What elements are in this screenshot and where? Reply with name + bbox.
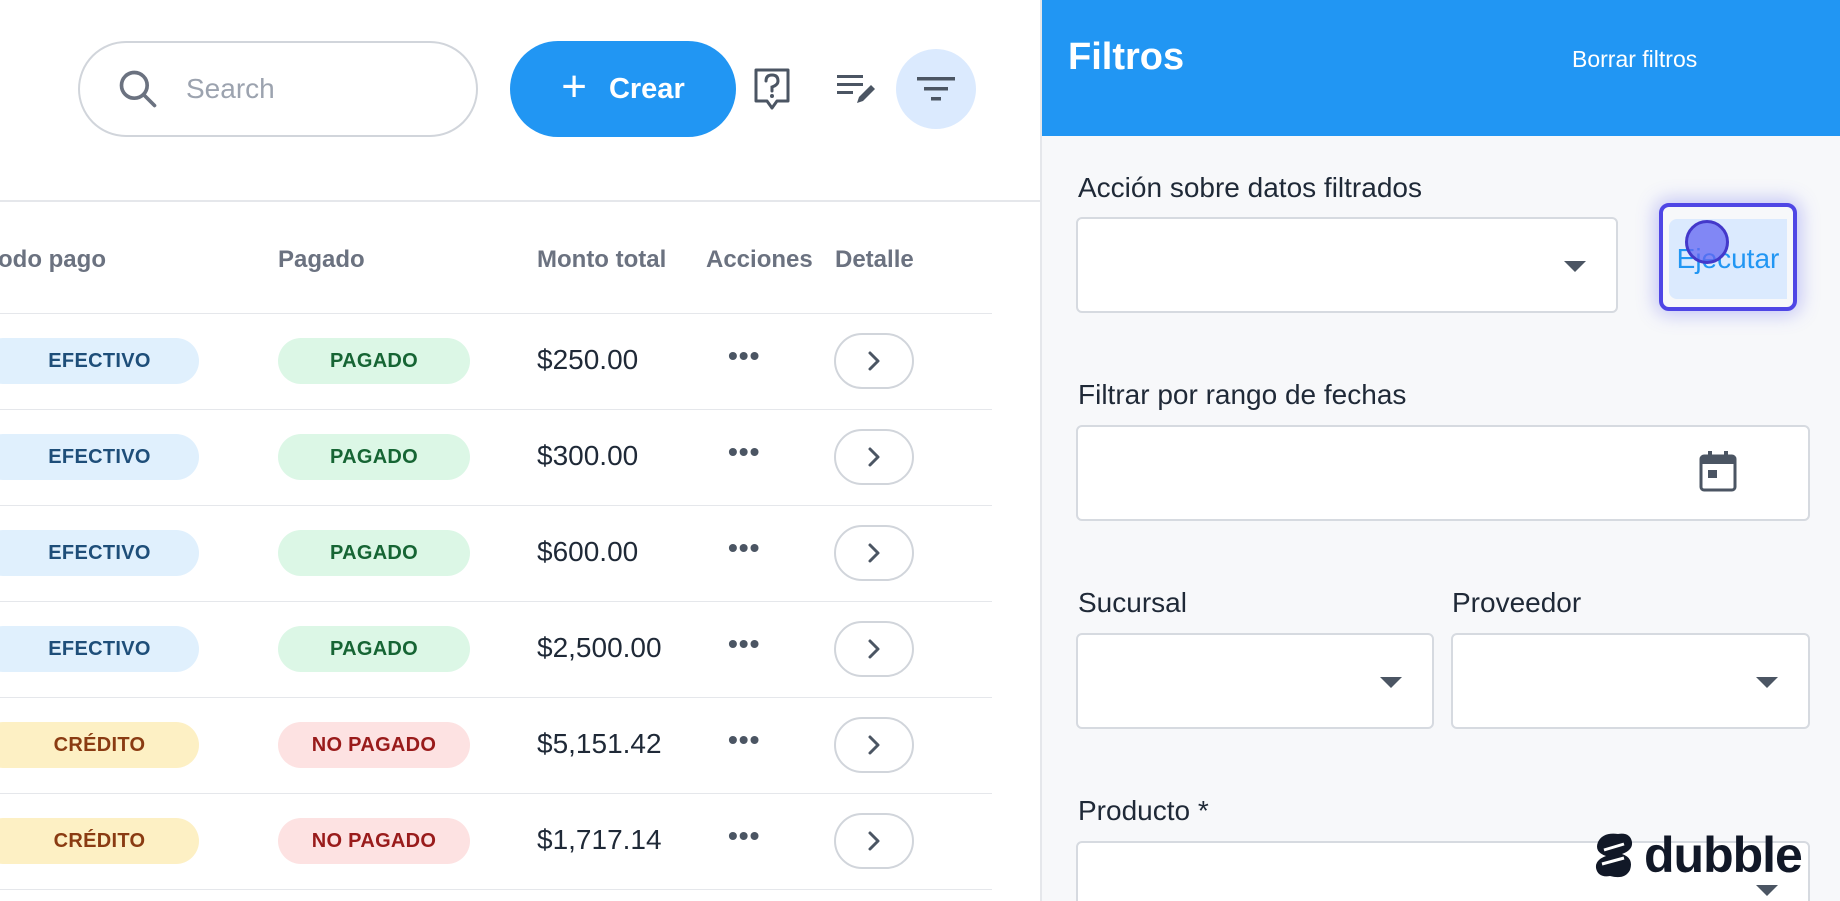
- more-actions-icon[interactable]: •••: [728, 340, 760, 372]
- clear-filters-button[interactable]: Borrar filtros: [1572, 46, 1697, 73]
- table-row: EFECTIVO PAGADO $600.00 •••: [0, 506, 992, 602]
- table-header: odo pago Pagado Monto total Acciones Det…: [0, 204, 992, 314]
- date-range-label: Filtrar por rango de fechas: [1078, 379, 1407, 410]
- edit-list-icon: [837, 75, 875, 103]
- create-button[interactable]: + Crear: [510, 41, 736, 137]
- paid-status-badge: PAGADO: [278, 626, 470, 672]
- more-actions-icon[interactable]: •••: [728, 532, 760, 564]
- brand-name: dubble: [1644, 827, 1803, 883]
- chevron-down-icon: [1756, 677, 1778, 688]
- main-content: Search + Crear odo pago Pagado Monto tot…: [0, 0, 1040, 901]
- dubble-watermark: dubble: [1592, 826, 1803, 884]
- branch-label: Sucursal: [1078, 587, 1187, 618]
- dubble-logo-icon: [1595, 833, 1633, 878]
- plus-icon: +: [561, 62, 587, 111]
- paid-status-badge: NO PAGADO: [278, 818, 470, 864]
- filter-toggle-button[interactable]: [896, 49, 976, 129]
- amount-cell: $5,151.42: [537, 728, 662, 759]
- table-row: CRÉDITO NO PAGADO $1,717.14 •••: [0, 794, 992, 890]
- amount-cell: $2,500.00: [537, 632, 662, 663]
- column-header-amount: Monto total: [537, 246, 667, 273]
- chevron-down-icon: [1756, 885, 1778, 896]
- search-input[interactable]: Search: [78, 41, 478, 137]
- chevron-down-icon: [1380, 677, 1402, 688]
- payment-method-badge: CRÉDITO: [0, 722, 199, 768]
- column-header-paid: Pagado: [278, 246, 365, 273]
- filter-panel-title: Filtros: [1068, 36, 1185, 78]
- payment-method-badge: EFECTIVO: [0, 434, 199, 480]
- amount-cell: $600.00: [537, 536, 639, 567]
- filter-icon: [917, 77, 955, 101]
- create-button-label: Crear: [608, 72, 685, 105]
- chevron-right-icon: [868, 351, 880, 371]
- search-placeholder: Search: [186, 73, 275, 104]
- paid-status-badge: NO PAGADO: [278, 722, 470, 768]
- more-actions-icon[interactable]: •••: [728, 724, 760, 756]
- toolbar: Search + Crear: [0, 0, 1040, 202]
- table-row: EFECTIVO PAGADO $300.00 •••: [0, 410, 992, 506]
- payment-method-badge: EFECTIVO: [0, 338, 199, 384]
- help-button[interactable]: [752, 65, 792, 113]
- payment-method-badge: EFECTIVO: [0, 530, 199, 576]
- product-label: Producto *: [1078, 795, 1209, 826]
- supplier-label: Proveedor: [1452, 587, 1582, 618]
- more-actions-icon[interactable]: •••: [728, 820, 760, 852]
- table-row: EFECTIVO PAGADO $2,500.00 •••: [0, 602, 992, 698]
- supplier-select[interactable]: [1451, 633, 1810, 729]
- detail-button[interactable]: [834, 813, 914, 869]
- column-header-actions: Acciones: [706, 246, 813, 273]
- edit-list-button[interactable]: [832, 65, 880, 113]
- paid-status-badge: PAGADO: [278, 530, 470, 576]
- payment-method-badge: EFECTIVO: [0, 626, 199, 672]
- detail-button[interactable]: [834, 429, 914, 485]
- table-row: CRÉDITO NO PAGADO $5,151.42 •••: [0, 698, 992, 794]
- column-header-detail: Detalle: [835, 246, 914, 273]
- column-header-method: odo pago: [0, 246, 106, 273]
- detail-button[interactable]: [834, 717, 914, 773]
- table-row: EFECTIVO PAGADO $250.00 •••: [0, 314, 992, 410]
- paid-status-badge: PAGADO: [278, 338, 470, 384]
- more-actions-icon[interactable]: •••: [728, 436, 760, 468]
- detail-button[interactable]: [834, 333, 914, 389]
- detail-button[interactable]: [834, 525, 914, 581]
- amount-cell: $250.00: [537, 344, 639, 375]
- action-select[interactable]: [1076, 217, 1618, 313]
- payments-table: odo pago Pagado Monto total Acciones Det…: [0, 204, 992, 890]
- chevron-right-icon: [868, 735, 880, 755]
- search-icon: [119, 70, 157, 108]
- branch-select[interactable]: [1076, 633, 1434, 729]
- amount-cell: $300.00: [537, 440, 639, 471]
- paid-status-badge: PAGADO: [278, 434, 470, 480]
- chevron-right-icon: [868, 831, 880, 851]
- chevron-right-icon: [868, 639, 880, 659]
- detail-button[interactable]: [834, 621, 914, 677]
- payment-method-badge: CRÉDITO: [0, 818, 199, 864]
- execute-button-focus: Ejecutar: [1659, 203, 1797, 311]
- chevron-down-icon: [1564, 261, 1586, 272]
- filter-panel-header: Filtros Borrar filtros: [1042, 0, 1840, 136]
- help-icon: [754, 68, 790, 110]
- chevron-right-icon: [868, 447, 880, 467]
- amount-cell: $1,717.14: [537, 824, 662, 855]
- more-actions-icon[interactable]: •••: [728, 628, 760, 660]
- click-cursor-indicator: [1685, 220, 1729, 264]
- filter-panel: Filtros Borrar filtros Acción sobre dato…: [1040, 0, 1840, 901]
- calendar-icon[interactable]: [1699, 450, 1737, 492]
- chevron-right-icon: [868, 543, 880, 563]
- action-label: Acción sobre datos filtrados: [1078, 172, 1422, 203]
